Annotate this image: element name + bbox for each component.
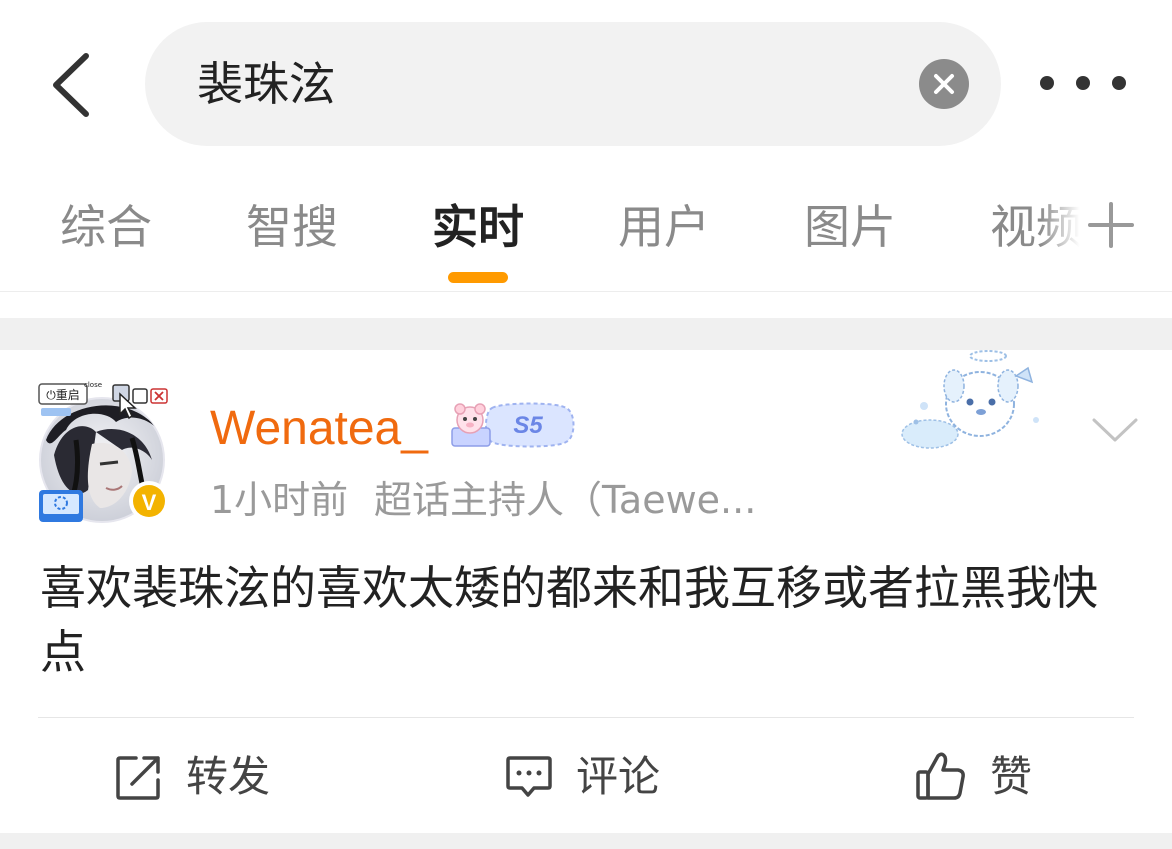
decoration-sticker bbox=[896, 346, 1044, 462]
username[interactable]: Wenatea_ bbox=[210, 400, 428, 458]
tab-users[interactable]: 用户 bbox=[618, 199, 710, 255]
clear-icon bbox=[934, 74, 954, 94]
chevron-left-icon bbox=[53, 53, 89, 117]
verified-mark: V bbox=[142, 490, 157, 515]
repost-icon bbox=[116, 756, 160, 800]
thumbs-up-icon bbox=[916, 752, 965, 800]
back-button[interactable] bbox=[48, 50, 98, 120]
comment-button[interactable]: 评论 bbox=[504, 745, 660, 809]
angel-puppy-sticker-icon bbox=[901, 350, 1039, 449]
add-tab-button[interactable] bbox=[1086, 200, 1136, 250]
plus-icon bbox=[1088, 202, 1134, 248]
level-badge[interactable]: S5 bbox=[448, 400, 576, 450]
bear-mascot-icon bbox=[451, 403, 491, 447]
search-query: 裴珠泫 bbox=[197, 57, 335, 111]
section-gap bbox=[0, 833, 1172, 849]
post-time: 1小时前 bbox=[210, 478, 349, 522]
more-options-button[interactable] bbox=[1040, 68, 1126, 98]
repost-label: 转发 bbox=[186, 752, 271, 801]
comment-label: 评论 bbox=[576, 752, 661, 801]
avatar[interactable]: ⏻重启 close V bbox=[36, 380, 176, 530]
post-content: 喜欢裴珠泫的喜欢太矮的都来和我互移或者拉黑我快点 bbox=[40, 561, 1098, 679]
post-menu-button[interactable] bbox=[1090, 412, 1140, 446]
more-dots-icon bbox=[1040, 76, 1054, 90]
repost-button[interactable]: 转发 bbox=[114, 745, 270, 809]
clear-search-button[interactable] bbox=[919, 59, 969, 109]
level-badge-label: S5 bbox=[513, 412, 543, 439]
like-label: 赞 bbox=[990, 752, 1033, 801]
avatar-image: ⏻重启 close V bbox=[38, 381, 169, 523]
tab-images[interactable]: 图片 bbox=[804, 199, 896, 255]
tab-smart-search[interactable]: 智搜 bbox=[246, 199, 338, 255]
more-dots-icon bbox=[1076, 76, 1090, 90]
user-role: 超话主持人（Taewe... bbox=[374, 478, 757, 522]
actions-divider bbox=[38, 717, 1134, 718]
search-input[interactable]: 裴珠泫 bbox=[145, 22, 1001, 146]
tabs-divider bbox=[0, 291, 1172, 292]
tab-realtime[interactable]: 实时 bbox=[432, 199, 524, 255]
tab-comprehensive[interactable]: 综合 bbox=[60, 199, 152, 255]
more-dots-icon bbox=[1112, 76, 1126, 90]
window-label: close bbox=[84, 381, 102, 389]
active-tab-indicator bbox=[448, 272, 508, 283]
window-button-label: ⏻重启 bbox=[46, 388, 80, 402]
like-button[interactable]: 赞 bbox=[914, 745, 1032, 809]
comment-icon bbox=[506, 756, 552, 797]
chevron-down-icon bbox=[1092, 418, 1138, 442]
